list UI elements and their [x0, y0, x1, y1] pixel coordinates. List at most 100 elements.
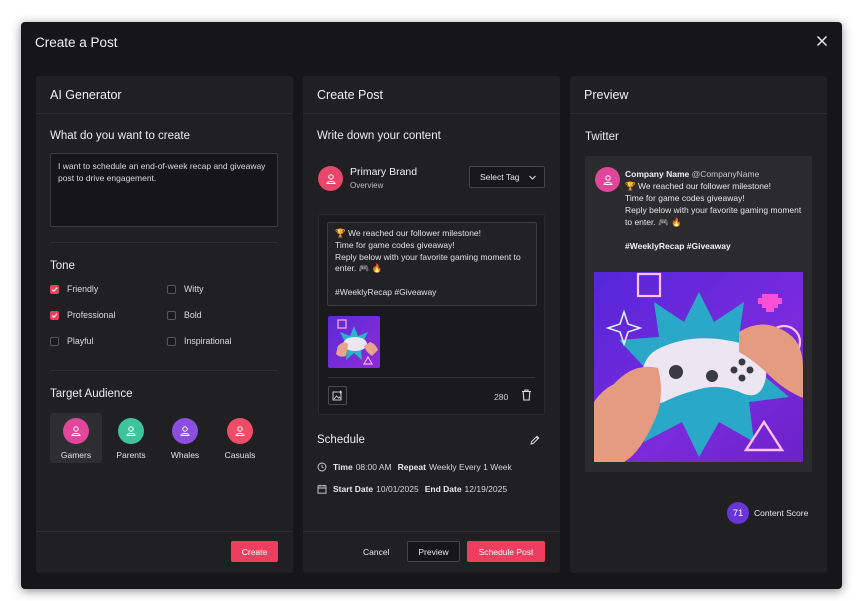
tone-label: Professional: [67, 310, 116, 320]
user-icon: [63, 418, 89, 444]
tone-label: Tone: [50, 260, 75, 272]
audience-parents[interactable]: Parents: [105, 413, 157, 463]
platform-label: Twitter: [585, 131, 619, 143]
checkbox[interactable]: [167, 284, 176, 294]
tone-option-inspirational[interactable]: Inspirational: [167, 336, 231, 346]
checkbox[interactable]: [167, 336, 176, 346]
audience-label: Target Audience: [50, 388, 133, 400]
schedule-time-row: Time 08:00 AM Repeat Weekly Every 1 Week: [317, 462, 518, 472]
preview-panel: Preview Twitter Company Name @CompanyNam…: [570, 76, 827, 573]
modal-title: Create a Post: [35, 35, 118, 50]
panel-header: Preview: [570, 76, 827, 114]
tweet-line: Reply below with your favorite gaming mo…: [625, 205, 802, 227]
calendar-icon: [317, 484, 327, 494]
panel-header: Create Post: [303, 76, 560, 114]
create-button[interactable]: Create: [231, 541, 278, 562]
character-count: 280: [494, 392, 509, 402]
brand-subtitle: Overview: [350, 181, 384, 190]
user-icon: [602, 174, 613, 185]
schedule-post-button[interactable]: Schedule Post: [467, 541, 545, 562]
close-icon[interactable]: [814, 33, 830, 49]
tone-option-witty[interactable]: Witty: [167, 284, 204, 294]
add-image-icon: [332, 390, 342, 401]
create-post-panel: Create Post Write down your content Prim…: [303, 76, 560, 573]
post-line: #WeeklyRecap #Giveaway: [335, 286, 437, 297]
panel-header: AI Generator: [36, 76, 293, 114]
post-image-thumbnail[interactable]: [328, 316, 380, 368]
cancel-button[interactable]: Cancel: [363, 547, 389, 557]
checkbox[interactable]: [50, 336, 59, 346]
divider: [50, 370, 278, 371]
prompt-label: What do you want to create: [50, 130, 190, 142]
time-value: 08:00 AM: [355, 462, 392, 472]
user-icon: [118, 418, 144, 444]
post-line: Time for game codes giveaway!: [335, 239, 455, 250]
end-date-label: End Date: [424, 484, 462, 494]
tweet-preview-card: Company Name @CompanyName 🏆 We reached o…: [585, 156, 812, 472]
company-avatar: [595, 167, 620, 192]
repeat-value: Weekly Every 1 Week: [428, 462, 512, 472]
audience-label: Parents: [116, 450, 146, 460]
tweet-text: Company Name @CompanyName 🏆 We reached o…: [625, 168, 805, 252]
panel-title: Create Post: [317, 88, 384, 102]
time-label: Time: [333, 462, 353, 472]
checkbox[interactable]: [167, 310, 176, 320]
start-date-label: Start Date: [333, 484, 374, 494]
tone-label: Friendly: [67, 284, 99, 294]
panel-title: Preview: [584, 88, 629, 102]
select-tag-label: Select Tag: [480, 172, 520, 182]
edit-pencil-icon[interactable]: [529, 434, 541, 446]
tweet-line: 🏆 We reached our follower milestone!: [625, 181, 772, 191]
prompt-textarea[interactable]: I want to schedule an end-of-week recap …: [50, 153, 278, 227]
footer-divider: [36, 531, 293, 532]
audience-label: Gamers: [60, 450, 92, 460]
audience-label: Casuals: [224, 450, 256, 460]
company-handle: @CompanyName: [691, 169, 760, 179]
content-score-badge: 71: [727, 502, 749, 524]
user-icon: [325, 173, 336, 184]
checkbox[interactable]: [50, 284, 59, 294]
post-composer: 🏆 We reached our follower milestone! Tim…: [318, 214, 545, 415]
tweet-hashtags: #WeeklyRecap #Giveaway: [625, 241, 731, 251]
clock-icon: [317, 462, 327, 472]
checkbox[interactable]: [50, 310, 59, 320]
post-line: 🏆 We reached our follower milestone!: [335, 228, 482, 238]
tone-label: Bold: [184, 310, 202, 320]
content-score-label: Content Score: [754, 508, 809, 518]
brand-avatar: [318, 166, 343, 191]
create-post-modal: Create a Post AI Generator What do you w…: [21, 22, 842, 589]
divider: [50, 242, 278, 243]
content-label: Write down your content: [317, 130, 441, 142]
tweet-image: [594, 272, 803, 462]
schedule-label: Schedule: [317, 434, 365, 446]
audience-whales[interactable]: Whales: [159, 413, 211, 463]
tone-option-professional[interactable]: Professional: [50, 310, 115, 320]
audience-label: Whales: [170, 450, 200, 460]
tone-label: Inspirational: [184, 336, 232, 346]
ai-generator-panel: AI Generator What do you want to create …: [36, 76, 293, 573]
end-date-value: 12/19/2025: [464, 484, 508, 494]
tone-option-bold[interactable]: Bold: [167, 310, 202, 320]
schedule-date-row: Start Date 10/01/2025 End Date 12/19/202…: [317, 484, 513, 494]
tone-option-playful[interactable]: Playful: [50, 336, 93, 346]
post-content-input[interactable]: 🏆 We reached our follower milestone! Tim…: [327, 222, 537, 306]
audience-casuals[interactable]: Casuals: [214, 413, 266, 463]
company-name: Company Name: [625, 169, 690, 179]
start-date-value: 10/01/2025: [376, 484, 419, 494]
composer-divider: [328, 377, 535, 378]
post-line: Reply below with your favorite gaming mo…: [335, 251, 521, 274]
add-media-button[interactable]: [328, 386, 347, 405]
repeat-label: Repeat: [397, 462, 426, 472]
brand-name: Primary Brand: [350, 166, 418, 178]
tone-option-friendly[interactable]: Friendly: [50, 284, 98, 294]
tone-label: Playful: [67, 336, 94, 346]
user-icon: [227, 418, 253, 444]
tweet-line: Time for game codes giveaway!: [625, 193, 745, 203]
user-icon: [172, 418, 198, 444]
preview-button[interactable]: Preview: [407, 541, 460, 562]
audience-gamers[interactable]: Gamers: [50, 413, 102, 463]
select-tag-dropdown[interactable]: Select Tag: [469, 166, 545, 188]
trash-icon[interactable]: [521, 389, 532, 401]
